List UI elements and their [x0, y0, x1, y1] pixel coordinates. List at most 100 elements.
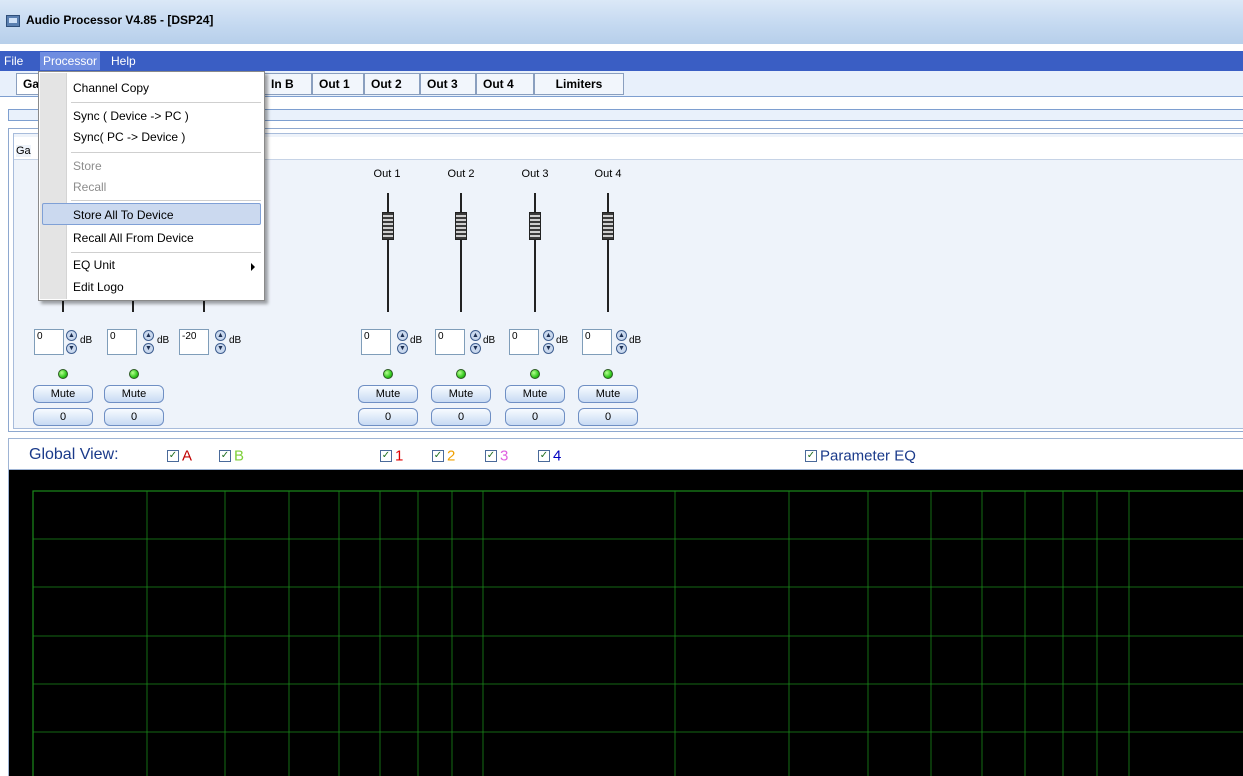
grid-border: [32, 490, 1243, 776]
unit-label: dB: [556, 335, 569, 346]
level-spinner-out-2[interactable]: ▲ ▼: [470, 330, 481, 355]
unit-label: dB: [80, 335, 93, 346]
checkbox-2-label: 2: [447, 447, 456, 465]
level-input-out-1[interactable]: 0: [361, 329, 391, 355]
fader-label-out-2: Out 2: [447, 168, 475, 180]
mute-button-in-a[interactable]: Mute: [33, 385, 93, 403]
menu-item-edit-logo[interactable]: Edit Logo: [73, 280, 124, 294]
zero-button-out-3[interactable]: 0: [505, 408, 565, 426]
checkbox-1[interactable]: ✓ 1: [380, 447, 403, 465]
fader-knob-out-1[interactable]: [382, 212, 394, 240]
signal-led-in-a: [58, 369, 68, 379]
app-icon: [6, 15, 20, 27]
signal-led-out-3: [530, 369, 540, 379]
unit-label: dB: [157, 335, 170, 346]
zero-button-out-2[interactable]: 0: [431, 408, 491, 426]
tab-out-3[interactable]: Out 3: [420, 73, 476, 95]
level-input-out-4[interactable]: 0: [582, 329, 612, 355]
unit-label: dB: [229, 335, 242, 346]
menu-help[interactable]: Help: [109, 54, 138, 68]
menu-item-store-all-to-device[interactable]: Store All To Device: [73, 208, 174, 222]
checkbox-b[interactable]: ✓ B: [219, 447, 244, 465]
unit-label: dB: [629, 335, 642, 346]
menu-bar: File Processor Help: [0, 51, 1243, 71]
level-input-in-a[interactable]: 0: [34, 329, 64, 355]
menu-separator: [71, 200, 261, 201]
fader-track-out-2: [460, 193, 462, 312]
level-spinner-out-1[interactable]: ▲ ▼: [397, 330, 408, 355]
mute-button-in-b[interactable]: Mute: [104, 385, 164, 403]
fader-label-out-3: Out 3: [521, 168, 549, 180]
tab-in-b[interactable]: In B: [264, 73, 312, 95]
menu-processor[interactable]: Processor: [40, 52, 101, 70]
menu-item-channel-copy[interactable]: Channel Copy: [73, 81, 149, 95]
fader-track-in-a: [62, 300, 64, 312]
unit-label: dB: [483, 335, 496, 346]
menu-item-recall[interactable]: Recall: [73, 180, 106, 194]
level-spinner-in-c[interactable]: ▲ ▼: [215, 330, 226, 355]
mute-button-out-3[interactable]: Mute: [505, 385, 565, 403]
menu-gutter: [40, 73, 67, 299]
mute-button-out-1[interactable]: Mute: [358, 385, 418, 403]
unit-label: dB: [410, 335, 423, 346]
checkmark-icon: ✓: [538, 450, 550, 463]
fader-knob-out-4[interactable]: [602, 212, 614, 240]
checkmark-icon: ✓: [485, 450, 497, 463]
zero-button-in-a[interactable]: 0: [33, 408, 93, 426]
zero-button-out-4[interactable]: 0: [578, 408, 638, 426]
tab-out-4[interactable]: Out 4: [476, 73, 534, 95]
checkbox-parameter-eq[interactable]: ✓ Parameter EQ: [805, 447, 916, 465]
checkbox-4[interactable]: ✓ 4: [538, 447, 561, 465]
menu-separator: [71, 152, 261, 153]
group-label: Ga: [16, 145, 31, 157]
level-spinner-out-3[interactable]: ▲ ▼: [543, 330, 554, 355]
menu-separator: [71, 102, 261, 103]
level-spinner-out-4[interactable]: ▲ ▼: [616, 330, 627, 355]
mute-button-out-4[interactable]: Mute: [578, 385, 638, 403]
level-input-in-c[interactable]: -20: [179, 329, 209, 355]
checkmark-icon: ✓: [219, 450, 231, 463]
checkbox-3-label: 3: [500, 447, 509, 465]
tab-out-2[interactable]: Out 2: [364, 73, 420, 95]
menu-separator: [71, 252, 261, 253]
checkbox-4-label: 4: [553, 447, 562, 465]
menu-file[interactable]: File: [2, 54, 25, 68]
menu-item-store[interactable]: Store: [73, 159, 102, 173]
eq-graph[interactable]: [8, 470, 1243, 776]
checkmark-icon: ✓: [167, 450, 179, 463]
zero-button-out-1[interactable]: 0: [358, 408, 418, 426]
processor-menu: Channel Copy Sync ( Device -> PC ) Sync(…: [38, 71, 265, 301]
fader-knob-out-2[interactable]: [455, 212, 467, 240]
signal-led-out-4: [603, 369, 613, 379]
checkbox-2[interactable]: ✓ 2: [432, 447, 455, 465]
fader-knob-out-3[interactable]: [529, 212, 541, 240]
tab-out-1[interactable]: Out 1: [312, 73, 364, 95]
window-title: Audio Processor V4.85 - [DSP24]: [26, 13, 214, 27]
menu-item-sync-pc-to-device[interactable]: Sync( PC -> Device ): [73, 130, 185, 144]
menu-item-eq-unit[interactable]: EQ Unit: [73, 258, 115, 272]
checkmark-icon: ✓: [380, 450, 392, 463]
menu-item-recall-all-from-device[interactable]: Recall All From Device: [73, 231, 194, 245]
fader-track-out-4: [607, 193, 609, 312]
level-spinner-in-b[interactable]: ▲ ▼: [143, 330, 154, 355]
checkbox-3[interactable]: ✓ 3: [485, 447, 508, 465]
checkbox-a-label: A: [182, 447, 193, 465]
checkbox-a[interactable]: ✓ A: [167, 447, 192, 465]
checkbox-b-label: B: [234, 447, 245, 465]
level-input-out-3[interactable]: 0: [509, 329, 539, 355]
level-input-out-2[interactable]: 0: [435, 329, 465, 355]
menu-item-sync-device-to-pc[interactable]: Sync ( Device -> PC ): [73, 109, 189, 123]
tab-limiters[interactable]: Limiters: [534, 73, 624, 95]
fader-track-in-c: [203, 300, 205, 312]
fader-track-out-3: [534, 193, 536, 312]
checkmark-icon: ✓: [805, 450, 817, 463]
mute-button-out-2[interactable]: Mute: [431, 385, 491, 403]
fader-label-out-4: Out 4: [594, 168, 622, 180]
checkbox-1-label: 1: [395, 447, 404, 465]
level-spinner-in-a[interactable]: ▲ ▼: [66, 330, 77, 355]
checkmark-icon: ✓: [432, 450, 444, 463]
eq-grid: [32, 490, 1243, 776]
checkbox-parameter-eq-label: Parameter EQ: [820, 447, 916, 465]
zero-button-in-b[interactable]: 0: [104, 408, 164, 426]
level-input-in-b[interactable]: 0: [107, 329, 137, 355]
